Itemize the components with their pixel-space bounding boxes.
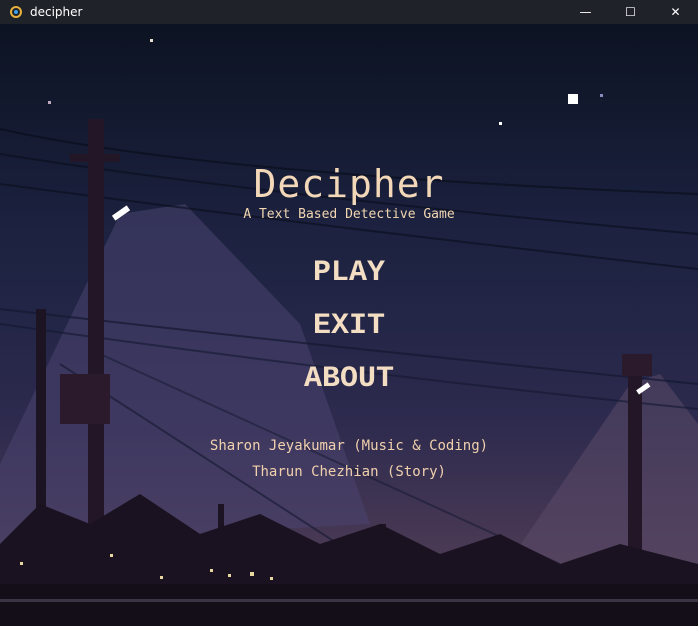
- app-icon: [10, 6, 22, 18]
- credit-line: Sharon Jeyakumar (Music & Coding): [209, 438, 489, 454]
- game-scene[interactable]: Decipher A Text Based Detective Game PLA…: [0, 24, 698, 626]
- game-subtitle: A Text Based Detective Game: [243, 207, 455, 222]
- credit-line: Tharun Chezhian (Story): [252, 464, 446, 480]
- exit-button[interactable]: EXIT: [0, 309, 698, 343]
- about-button[interactable]: ABOUT: [0, 362, 698, 396]
- close-button[interactable]: ✕: [653, 0, 698, 24]
- game-title: Decipher: [253, 162, 445, 206]
- window-titlebar[interactable]: decipher — ☐ ✕: [0, 0, 698, 24]
- play-button[interactable]: PLAY: [0, 256, 698, 290]
- minimize-button[interactable]: —: [563, 0, 608, 24]
- maximize-button[interactable]: ☐: [608, 0, 653, 24]
- window-title: decipher: [30, 5, 83, 19]
